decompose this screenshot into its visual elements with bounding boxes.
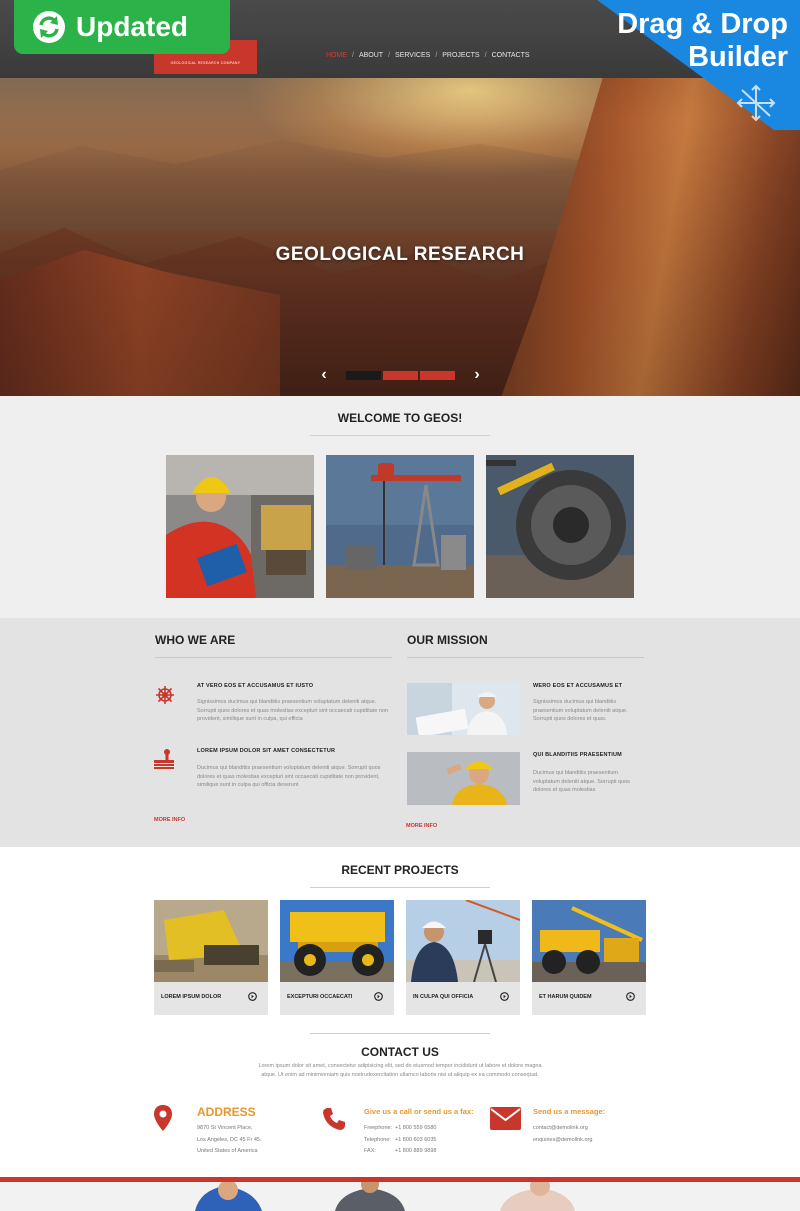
nav-separator: /: [484, 52, 487, 59]
phone-label: Freephone:: [364, 1125, 393, 1131]
builder-line1: Drag & Drop: [617, 8, 788, 40]
project-label: IN CULPA QUI OFFICIA: [413, 994, 474, 1000]
updated-label: Updated: [76, 11, 188, 42]
slider-pagination: [346, 370, 457, 380]
address-line: Los Angeles, DC 45 Fr 45.: [197, 1136, 262, 1143]
phone-value[interactable]: +1 800 889 9898: [395, 1146, 436, 1158]
recent-projects-title: RECENT PROJECTS: [341, 863, 459, 877]
welcome-section: WELCOME TO GEOS!: [0, 396, 800, 618]
slider-dot-active[interactable]: [383, 370, 418, 380]
contact-intro-line: Lorem ipsum dolor sit amet, consectetur …: [258, 1063, 542, 1069]
mission-more-info-link[interactable]: MORE INFO: [406, 823, 437, 829]
project-card[interactable]: ET HARUM QUIDEM: [532, 900, 646, 1015]
project-label: ET HARUM QUIDEM: [539, 994, 592, 1000]
our-mission-title: OUR MISSION: [407, 633, 488, 647]
phone-value[interactable]: +1 800 603 6035: [395, 1135, 436, 1147]
arrow-circle-icon[interactable]: [248, 992, 257, 1001]
mission-thumb-worker: [407, 752, 520, 805]
hero-title: GEOLOGICAL RESEARCH: [275, 244, 525, 265]
nav-projects[interactable]: PROJECTS: [442, 52, 479, 59]
address-heading: ADDRESS: [197, 1105, 256, 1119]
builder-ribbon-text: Drag & Drop Builder: [617, 8, 788, 74]
map-pin-icon: [154, 1105, 172, 1131]
nav-services[interactable]: SERVICES: [395, 52, 430, 59]
phone-values: +1 800 559 6580 +1 800 603 6035 +1 800 8…: [395, 1123, 436, 1158]
mission-divider: [407, 657, 644, 658]
contact-intro: Lorem ipsum dolor sit amet, consectetur …: [240, 1062, 560, 1080]
phone-value[interactable]: +1 800 559 6580: [395, 1123, 436, 1135]
who-item-text: Signissimos ducimus qui blanditiis praes…: [197, 699, 389, 722]
title-divider: [310, 887, 490, 888]
slider-dot[interactable]: [346, 370, 381, 380]
team-strip: [0, 1177, 800, 1211]
welcome-title: WELCOME TO GEOS!: [337, 411, 463, 425]
refresh-icon: [33, 11, 65, 43]
mission-item-heading: QUI BLANDITIIS PRAESENTIUM: [533, 752, 622, 758]
arrow-circle-icon[interactable]: [374, 992, 383, 1001]
who-item-heading: AT VERO EOS ET ACCUSAMUS ET IUSTO: [197, 683, 314, 689]
phone-labels: Freephone: Telephone: FAX:: [364, 1123, 392, 1158]
nav-about[interactable]: ABOUT: [359, 52, 383, 59]
email-link[interactable]: enquiries@demolink.org: [533, 1135, 592, 1147]
project-card[interactable]: LOREM IPSUM DOLOR: [154, 900, 268, 1015]
arrow-circle-icon[interactable]: [626, 992, 635, 1001]
who-we-are-title: WHO WE ARE: [155, 633, 236, 647]
nav-home[interactable]: HOME: [326, 52, 347, 59]
who-more-info-link[interactable]: MORE INFO: [154, 817, 185, 823]
address-line: 9870 St Vincent Place,: [197, 1125, 253, 1131]
nav-separator: /: [388, 52, 391, 59]
logo-tagline: GEOLOGICAL RESEARCH COMPANY: [170, 61, 241, 65]
slider-next-arrow-icon[interactable]: ›: [469, 367, 485, 383]
contact-section: CONTACT US Lorem ipsum dolor sit amet, c…: [0, 1027, 800, 1177]
title-divider: [310, 435, 490, 436]
updated-badge: Updated: [14, 0, 230, 54]
recent-projects-section: RECENT PROJECTS LOREM IPSUM DOLOR EXCEPT…: [0, 847, 800, 1027]
phone-label: FAX:: [364, 1148, 376, 1154]
slider-controls: ‹ ›: [316, 367, 485, 383]
nav-separator: /: [352, 52, 354, 59]
welcome-photo-excavator: [486, 455, 634, 598]
title-divider: [310, 1033, 490, 1034]
who-item-heading: LOREM IPSUM DOLOR SIT AMET CONSECTETUR: [197, 748, 336, 754]
message-heading: Send us a message:: [533, 1107, 606, 1116]
oil-rig-icon: [154, 749, 174, 769]
slider-dot[interactable]: [420, 370, 455, 380]
email-link[interactable]: contact@demolink.org: [533, 1123, 592, 1135]
project-label: EXCEPTURI OCCAECATI: [287, 994, 353, 1000]
project-image-mining-truck: [532, 900, 646, 982]
who-we-are-divider: [155, 657, 392, 658]
mission-item-text: Signissimos ducimus qui blanditiis praes…: [533, 699, 628, 722]
project-label: LOREM IPSUM DOLOR: [161, 994, 222, 1000]
phone-label: Telephone:: [364, 1136, 391, 1143]
move-arrows-icon: [736, 84, 776, 122]
mission-thumb-engineer: [407, 683, 520, 735]
who-item-text: Ducimus qui blanditiis praesentium volup…: [197, 765, 381, 788]
main-nav: HOME / ABOUT / SERVICES / PROJECTS / CON…: [326, 52, 530, 59]
email-block: contact@demolink.org enquiries@demolink.…: [533, 1123, 592, 1146]
address-line: United States of America: [197, 1148, 258, 1154]
phone-icon: [323, 1108, 345, 1130]
project-card[interactable]: IN CULPA QUI OFFICIA: [406, 899, 521, 1015]
welcome-photo-worker: [166, 455, 314, 598]
envelope-icon: [490, 1107, 521, 1130]
team-photos: [195, 1182, 575, 1211]
project-image-dump-truck: [280, 900, 394, 982]
builder-line2: Builder: [688, 41, 788, 73]
nav-separator: /: [435, 52, 438, 59]
contact-title: CONTACT US: [361, 1045, 439, 1059]
welcome-photo-pumpjack: [326, 455, 474, 598]
mission-item-heading: WERO EOS ET ACCUSAMUS ET: [533, 683, 623, 689]
nav-contacts[interactable]: CONTACTS: [492, 52, 530, 59]
address-block: 9870 St Vincent Place, Los Angeles, DC 4…: [197, 1123, 262, 1158]
ship-wheel-icon: [156, 686, 174, 704]
slider-prev-arrow-icon[interactable]: ‹: [316, 367, 332, 383]
project-image-surveyor: [406, 899, 521, 983]
mission-item-text: Ducimus qui blanditiis praesentium volup…: [533, 770, 630, 793]
contact-intro-line: atque. Ut enim ad minimveniam quis nostr…: [261, 1072, 539, 1078]
phone-heading: Give us a call or send us a fax:: [364, 1107, 474, 1116]
about-section: WHO WE ARE AT VERO EOS ET ACCUSAMUS ET I…: [0, 618, 800, 847]
project-image-bulldozer: [154, 900, 268, 982]
project-card[interactable]: EXCEPTURI OCCAECATI: [280, 900, 394, 1015]
arrow-circle-icon[interactable]: [500, 992, 509, 1001]
